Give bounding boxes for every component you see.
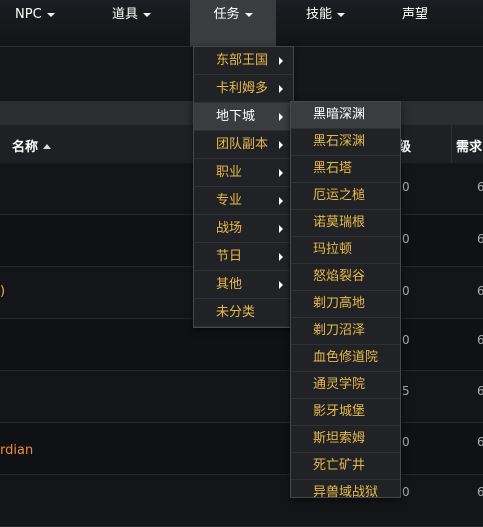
menu-item-label: 节日 <box>216 249 243 264</box>
caret-down-icon <box>337 13 346 17</box>
dungeon-item[interactable]: 厄运之槌 <box>291 183 400 210</box>
column-required-header[interactable]: 需求 <box>456 136 482 155</box>
menu-item-label: 其他 <box>216 277 243 292</box>
dungeon-item[interactable]: 怒焰裂谷 <box>291 264 400 291</box>
chevron-right-icon <box>279 253 283 261</box>
row-level: 0 <box>402 180 410 194</box>
dungeon-item[interactable]: 血色修道院 <box>291 345 400 372</box>
table-row[interactable]: rdian 0 6 <box>0 423 483 475</box>
column-name-label: 名称 <box>12 140 39 155</box>
sort-ascending-icon <box>43 144 52 149</box>
menu-item-label: 专业 <box>216 193 243 208</box>
menu-item-uncategorized[interactable]: 未分类 <box>194 299 293 327</box>
dungeon-item[interactable]: 黑石深渊 <box>291 129 400 156</box>
table-row[interactable]: 0 6 <box>0 475 483 527</box>
quest-category-menu: 东部王国 卡利姆多 地下城 团队副本 职业 专业 战场 节日 其他 未分类 <box>193 46 294 328</box>
dungeon-item[interactable]: 诺莫瑞根 <box>291 210 400 237</box>
nav-quests-label: 任务 <box>213 7 240 22</box>
menu-item-battlegrounds[interactable]: 战场 <box>194 215 293 243</box>
row-level: 0 <box>402 232 410 246</box>
top-nav-bar: NPC 道具 任务 技能 声望 <box>0 0 483 47</box>
row-required: 6 <box>477 485 483 499</box>
menu-item-label: 东部王国 <box>216 53 269 68</box>
row-level: 0 <box>402 485 410 499</box>
row-level: 5 <box>402 384 410 398</box>
menu-item-label: 地下城 <box>216 109 256 124</box>
dungeon-item[interactable]: 黑石塔 <box>291 156 400 183</box>
chevron-right-icon <box>279 85 283 93</box>
menu-item-label: 战场 <box>216 221 243 236</box>
chevron-right-icon <box>279 225 283 233</box>
dungeon-item[interactable]: 影牙城堡 <box>291 399 400 426</box>
nav-skills-label: 技能 <box>306 7 333 22</box>
dungeon-item[interactable]: 剃刀高地 <box>291 291 400 318</box>
nav-reputation-label: 声望 <box>402 7 429 22</box>
menu-item-other[interactable]: 其他 <box>194 271 293 299</box>
nav-items-label: 道具 <box>112 7 139 22</box>
menu-item-kalimdor[interactable]: 卡利姆多 <box>194 75 293 103</box>
caret-down-icon <box>143 13 152 17</box>
chevron-right-icon <box>279 197 283 205</box>
menu-item-professions[interactable]: 专业 <box>194 187 293 215</box>
menu-item-dungeons[interactable]: 地下城 <box>194 103 293 131</box>
dungeon-item[interactable]: 玛拉顿 <box>291 237 400 264</box>
dungeon-item[interactable]: 黑暗深渊 <box>291 102 400 129</box>
nav-npc[interactable]: NPC <box>15 0 55 46</box>
nav-reputation[interactable]: 声望 <box>402 0 428 46</box>
menu-item-raids[interactable]: 团队副本 <box>194 131 293 159</box>
row-level: 0 <box>402 435 410 449</box>
dungeon-item[interactable]: 死亡矿井 <box>291 453 400 480</box>
dungeon-item[interactable]: 剃刀沼泽 <box>291 318 400 345</box>
row-required: 6 <box>477 232 483 246</box>
menu-item-classes[interactable]: 职业 <box>194 159 293 187</box>
chevron-right-icon <box>279 281 283 289</box>
menu-item-label: 团队副本 <box>216 137 269 152</box>
caret-down-icon <box>244 13 253 17</box>
chevron-right-icon <box>279 141 283 149</box>
row-required: 6 <box>477 284 483 298</box>
row-required: 6 <box>477 435 483 449</box>
menu-item-holidays[interactable]: 节日 <box>194 243 293 271</box>
row-level: 0 <box>402 284 410 298</box>
row-level: 0 <box>402 333 410 347</box>
nav-npc-label: NPC <box>15 7 42 22</box>
menu-item-eastern-kingdoms[interactable]: 东部王国 <box>194 47 293 75</box>
dungeon-item[interactable]: 通灵学院 <box>291 372 400 399</box>
row-name-fragment[interactable]: ) <box>0 284 5 299</box>
table-row[interactable]: 5 6 <box>0 371 483 423</box>
row-name-fragment[interactable]: rdian <box>0 443 33 458</box>
dungeon-submenu: 黑暗深渊 黑石深渊 黑石塔 厄运之槌 诺莫瑞根 玛拉顿 怒焰裂谷 剃刀高地 剃刀… <box>290 101 401 498</box>
nav-skills[interactable]: 技能 <box>306 0 346 46</box>
row-required: 6 <box>477 180 483 194</box>
menu-item-label: 未分类 <box>216 305 256 320</box>
caret-down-icon <box>46 13 55 17</box>
chevron-right-icon <box>279 169 283 177</box>
column-name-header[interactable]: 名称 <box>12 136 52 155</box>
menu-item-label: 职业 <box>216 165 243 180</box>
dungeon-item[interactable]: 异兽域战狱 <box>291 480 400 497</box>
chevron-right-icon <box>279 57 283 65</box>
row-required: 6 <box>477 333 483 347</box>
nav-quests[interactable]: 任务 <box>190 0 276 46</box>
nav-items[interactable]: 道具 <box>112 0 152 46</box>
dungeon-item[interactable]: 斯坦索姆 <box>291 426 400 453</box>
row-required: 6 <box>477 384 483 398</box>
chevron-right-icon <box>279 113 283 121</box>
menu-item-label: 卡利姆多 <box>216 81 269 96</box>
